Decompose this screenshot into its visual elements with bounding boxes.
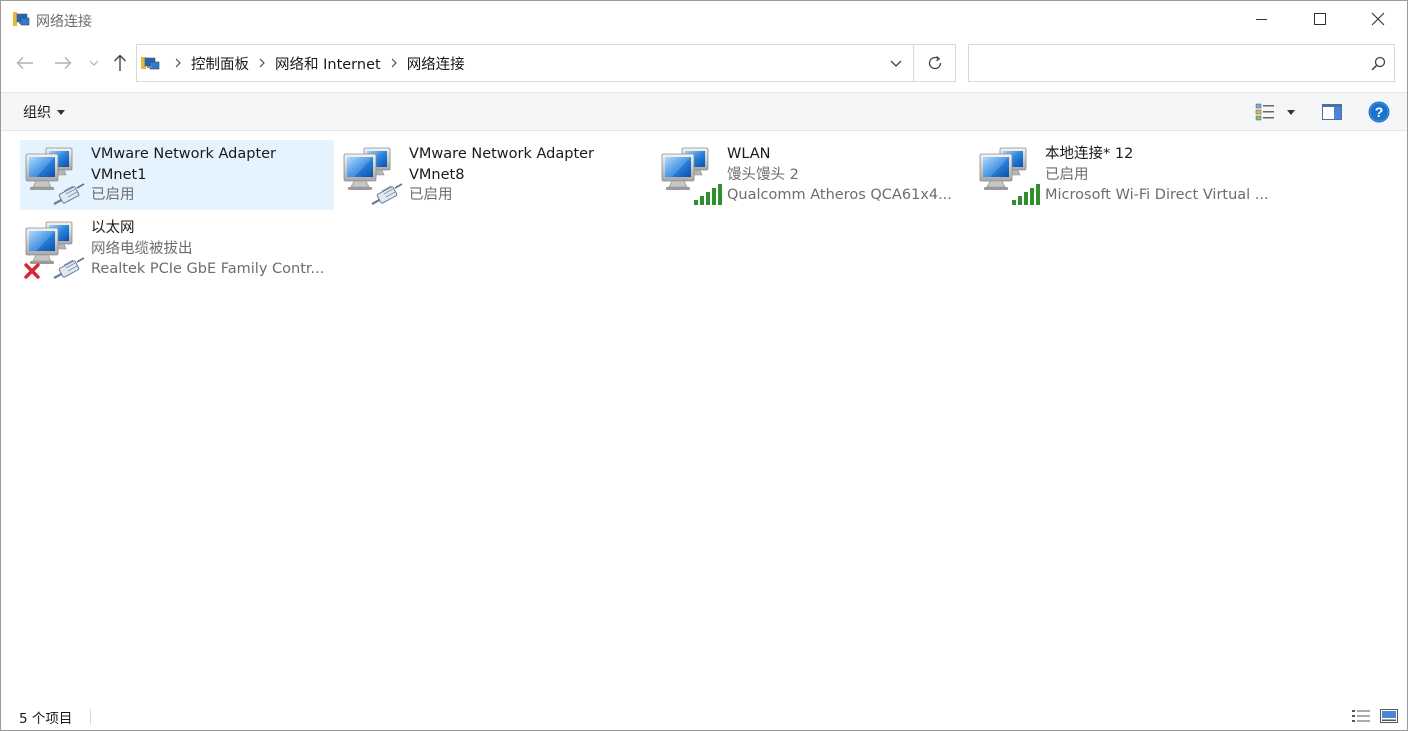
- address-history-button[interactable]: [879, 45, 913, 81]
- search-button[interactable]: [1368, 53, 1388, 73]
- back-button[interactable]: [11, 49, 39, 77]
- refresh-button[interactable]: [914, 45, 956, 81]
- caret-down-icon: [1287, 109, 1295, 115]
- refresh-icon: [928, 56, 942, 70]
- connection-item-local-12[interactable]: 本地连接* 12 已启用 Microsoft Wi-Fi Direct Virt…: [974, 140, 1288, 210]
- search-box[interactable]: [968, 44, 1395, 82]
- connection-item-wlan[interactable]: WLAN 馒头馒头 2 Qualcomm Atheros QCA61x4...: [656, 140, 970, 210]
- connection-status: 已启用: [1045, 166, 1089, 183]
- search-input[interactable]: [975, 51, 1355, 75]
- disconnected-network-icon: [24, 218, 86, 280]
- network-connections-icon: [12, 10, 30, 28]
- connection-name-line2: VMnet8: [409, 166, 465, 183]
- connection-name: 以太网: [91, 220, 135, 236]
- status-bar: 5 个项目: [1, 702, 1407, 730]
- forward-button[interactable]: [49, 49, 77, 77]
- connection-name: 本地连接* 12: [1045, 146, 1134, 162]
- connection-name-line2: VMnet1: [91, 166, 147, 183]
- caret-down-icon: [57, 109, 65, 115]
- breadcrumb-chevron-icon[interactable]: [249, 58, 275, 68]
- connection-status: 已启用: [409, 187, 453, 203]
- connections-list[interactable]: VMware Network Adapter VMnet1 已启用 VMware…: [1, 132, 1407, 702]
- details-view-icon: [1352, 710, 1370, 722]
- connection-item-vmnet1[interactable]: VMware Network Adapter VMnet1 已启用: [20, 140, 334, 210]
- wired-network-icon: [342, 144, 404, 206]
- connection-name: VMware Network Adapter: [91, 146, 277, 162]
- chevron-down-icon: [890, 60, 902, 67]
- breadcrumb-chevron-icon[interactable]: [381, 58, 407, 68]
- connection-status: 已启用: [91, 187, 135, 203]
- connection-item-vmnet8[interactable]: VMware Network Adapter VMnet8 已启用: [338, 140, 652, 210]
- close-icon: [1371, 12, 1385, 26]
- address-bar[interactable]: 控制面板 网络和 Internet 网络连接: [136, 44, 956, 82]
- view-dropdown-button[interactable]: [1283, 101, 1299, 123]
- connection-name: WLAN: [727, 146, 771, 162]
- close-button[interactable]: [1349, 1, 1407, 37]
- command-bar: 组织 ?: [1, 92, 1407, 131]
- organize-button[interactable]: 组织: [17, 100, 71, 124]
- minimize-icon: [1256, 19, 1267, 20]
- connection-item-ethernet[interactable]: 以太网 网络电缆被拔出 Realtek PCIe GbE Family Cont…: [20, 214, 334, 284]
- connection-device: Qualcomm Atheros QCA61x4...: [727, 187, 952, 203]
- breadcrumb-network-internet[interactable]: 网络和 Internet: [275, 53, 381, 74]
- breadcrumb-control-panel[interactable]: 控制面板: [191, 53, 249, 74]
- maximize-button[interactable]: [1291, 1, 1349, 37]
- control-panel-icon: [140, 54, 160, 72]
- svg-text:?: ?: [1375, 104, 1384, 120]
- search-icon: [1370, 56, 1385, 71]
- organize-label: 组织: [23, 105, 51, 121]
- breadcrumb-chevron-icon[interactable]: [165, 58, 191, 68]
- view-options-icon: [1255, 103, 1274, 121]
- large-icons-view-icon: [1380, 709, 1398, 723]
- breadcrumb-network-connections[interactable]: 网络连接: [407, 53, 465, 74]
- connection-device: Microsoft Wi-Fi Direct Virtual ...: [1045, 187, 1269, 203]
- details-view-button[interactable]: [1351, 707, 1371, 725]
- chevron-down-icon: [89, 60, 99, 66]
- explorer-window: 网络连接 控制面板 网络和 Internet 网络连接 组织 ? VMware …: [0, 0, 1408, 731]
- forward-arrow-icon: [55, 57, 72, 69]
- connection-status: 网络电缆被拔出: [91, 240, 193, 257]
- status-divider: [90, 709, 91, 725]
- connection-name: VMware Network Adapter: [409, 146, 595, 162]
- back-arrow-icon: [16, 57, 33, 69]
- wireless-network-icon: [978, 144, 1040, 206]
- wireless-network-icon: [660, 144, 722, 206]
- minimize-button[interactable]: [1233, 1, 1291, 37]
- connection-device: Realtek PCIe GbE Family Contr...: [91, 261, 325, 277]
- large-icons-view-button[interactable]: [1379, 707, 1399, 725]
- wired-network-icon: [24, 144, 86, 206]
- window-title: 网络连接: [36, 14, 92, 30]
- item-count: 5 个项目: [19, 711, 73, 727]
- title-bar[interactable]: 网络连接: [1, 1, 1407, 39]
- up-button[interactable]: [107, 49, 133, 77]
- breadcrumb: 控制面板 网络和 Internet 网络连接: [165, 45, 465, 81]
- help-button[interactable]: ?: [1367, 100, 1391, 124]
- connection-status: 馒头馒头 2: [727, 166, 799, 183]
- preview-pane-icon: [1322, 104, 1342, 120]
- up-arrow-icon: [114, 54, 126, 71]
- maximize-icon: [1314, 13, 1326, 25]
- recent-locations-button[interactable]: [85, 49, 103, 77]
- help-icon: ?: [1368, 101, 1390, 123]
- preview-pane-button[interactable]: [1319, 101, 1345, 123]
- change-view-button[interactable]: [1253, 101, 1277, 123]
- navigation-bar: 控制面板 网络和 Internet 网络连接: [1, 39, 1407, 91]
